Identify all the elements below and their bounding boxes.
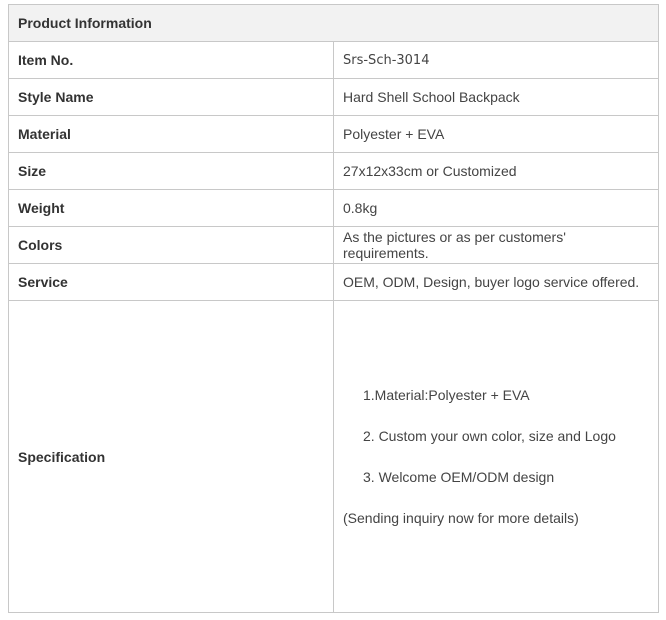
row-label-colors: Colors — [8, 226, 334, 264]
row-value-material: Polyester + EVA — [333, 115, 659, 153]
table-row: Item No. Srs-Sch-3014 — [8, 41, 659, 79]
spec-item-material: 1.Material:Polyester + EVA — [363, 387, 530, 403]
table-row: Colors As the pictures or as per custome… — [8, 226, 659, 264]
specification-list: 1.Material:Polyester + EVA 2. Custom you… — [343, 385, 649, 528]
row-value-weight: 0.8kg — [333, 189, 659, 227]
table-row: Service OEM, ODM, Design, buyer logo ser… — [8, 263, 659, 301]
table-row: Weight 0.8kg — [8, 189, 659, 227]
table-row: Material Polyester + EVA — [8, 115, 659, 153]
table-row: Style Name Hard Shell School Backpack — [8, 78, 659, 116]
table-header-row: Product Information — [8, 4, 659, 42]
row-label-weight: Weight — [8, 189, 334, 227]
row-label-size: Size — [8, 152, 334, 190]
row-value-style-name: Hard Shell School Backpack — [333, 78, 659, 116]
row-label-material: Material — [8, 115, 334, 153]
row-label-style-name: Style Name — [8, 78, 334, 116]
table-row: Size 27x12x33cm or Customized — [8, 152, 659, 190]
specification-content: 1.Material:Polyester + EVA 2. Custom you… — [333, 300, 659, 613]
row-label-item-no: Item No. — [8, 41, 334, 79]
product-information-table: Product Information Item No. Srs-Sch-301… — [8, 4, 659, 613]
row-label-specification: Specification — [8, 300, 334, 613]
row-value-size: 27x12x33cm or Customized — [333, 152, 659, 190]
spec-item-oem: 3. Welcome OEM/ODM design — [363, 469, 555, 485]
row-value-colors: As the pictures or as per customers' req… — [333, 226, 659, 264]
table-header: Product Information — [8, 4, 659, 42]
row-label-service: Service — [8, 263, 334, 301]
spec-item-custom: 2. Custom your own color, size and Logo — [363, 428, 616, 444]
specification-row: Specification 1.Material:Polyester + EVA… — [8, 300, 659, 613]
spec-inquiry-note: (Sending inquiry now for more details) — [343, 510, 579, 526]
row-value-service: OEM, ODM, Design, buyer logo service off… — [333, 263, 659, 301]
row-value-item-no: Srs-Sch-3014 — [333, 41, 659, 79]
